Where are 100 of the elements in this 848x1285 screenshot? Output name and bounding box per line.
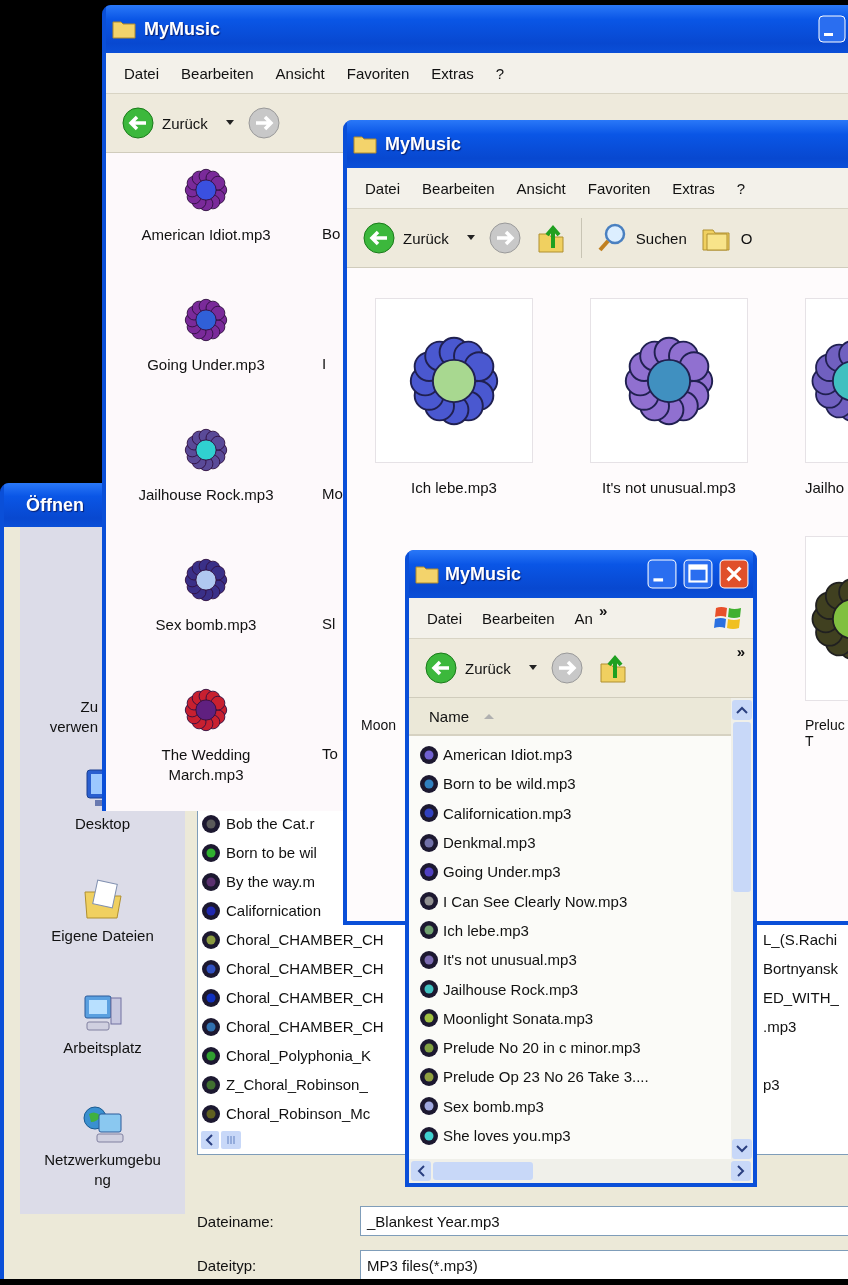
menu-item[interactable]: Bearbeiten	[181, 64, 254, 82]
file-row[interactable]: I Can See Clearly Now.mp3	[409, 886, 731, 916]
place-label[interactable]: Netzwerkumgebung	[42, 1150, 163, 1189]
file-row[interactable]: Sex bomb.mp3	[409, 1091, 731, 1121]
column-header[interactable]: Name	[409, 698, 731, 736]
menu-item[interactable]: ?	[495, 64, 505, 82]
thumbnail-frame[interactable]	[805, 536, 848, 701]
file-row[interactable]: Prelude Op 23 No 26 Take 3....	[409, 1062, 731, 1092]
file-name[interactable]: Z_Choral_Robinson_	[226, 1076, 368, 1093]
menu-item[interactable]: Bearbeiten	[422, 179, 495, 197]
filetype-field[interactable]: MP3 files(*.mp3)	[360, 1250, 848, 1279]
file-name[interactable]: American Idiot.mp3	[141, 225, 271, 246]
menu-item[interactable]: Ansicht	[275, 64, 325, 82]
file-row[interactable]: It's not unusual.mp3	[409, 945, 731, 975]
scroll-down-icon[interactable]	[732, 1139, 752, 1159]
menu-item[interactable]: Bearbeiten	[482, 609, 555, 627]
more-menus-button[interactable]: »	[598, 602, 608, 619]
scroll-left-icon[interactable]	[201, 1131, 219, 1149]
file-row[interactable]: Born to be wild.mp3	[409, 769, 731, 799]
horizontal-scrollbar[interactable]	[409, 1159, 753, 1183]
file-name[interactable]: p3	[763, 1076, 780, 1093]
file-name[interactable]: L_(S.Rachi	[763, 931, 838, 948]
menu-item[interactable]: Datei	[365, 179, 401, 197]
file-name[interactable]: Bortnyansk	[763, 960, 839, 977]
menu-item[interactable]: Datei	[427, 609, 463, 627]
file-row[interactable]: Jailhouse Rock.mp3	[409, 974, 731, 1004]
file-name[interactable]: Jailho	[805, 479, 845, 496]
file-name[interactable]: Californication	[226, 902, 322, 919]
filename-field[interactable]: _Blankest Year.mp3	[360, 1206, 848, 1236]
file-name[interactable]: Sl	[322, 615, 336, 635]
menu-item[interactable]: Favoriten	[346, 64, 410, 82]
file-name[interactable]: Choral_CHAMBER_CH	[226, 960, 384, 977]
file-name[interactable]: I	[322, 355, 327, 375]
file-name[interactable]: The Wedding March.mp3	[126, 745, 286, 786]
file-name[interactable]: Moon	[361, 717, 397, 733]
file-name[interactable]: Choral_CHAMBER_CH	[226, 1018, 384, 1035]
file-name[interactable]: Choral_CHAMBER_CH	[226, 989, 384, 1006]
thumbnail-frame[interactable]	[805, 298, 848, 463]
file-name[interactable]: Bo	[322, 225, 341, 245]
menu-item[interactable]: Extras	[672, 179, 715, 197]
menu-item[interactable]: Favoriten	[587, 179, 651, 197]
file-row[interactable]: Denkmal.mp3	[409, 827, 731, 858]
scroll-thumb-icon[interactable]	[221, 1131, 241, 1149]
back-button[interactable]: Zurück	[425, 652, 537, 684]
place-label[interactable]: Arbeitsplatz	[42, 1038, 163, 1058]
forward-button[interactable]	[550, 652, 583, 684]
file-name[interactable]: Choral_CHAMBER_CH	[226, 931, 384, 948]
file-name[interactable]: Choral_Polyphonia_K	[226, 1047, 372, 1064]
file-name[interactable]: Bob the Cat.r	[226, 815, 315, 832]
menu-item[interactable]: An	[574, 609, 593, 627]
flower-icon[interactable]	[183, 557, 229, 603]
place-label[interactable]: Desktop	[42, 814, 163, 834]
thumbnail-frame[interactable]	[375, 298, 533, 463]
file-row[interactable]: She loves you.mp3	[409, 1120, 731, 1151]
file-name[interactable]: Choral_Robinson_Mc	[226, 1105, 371, 1122]
file-name[interactable]: Going Under.mp3	[147, 355, 265, 376]
menu-item[interactable]: ?	[736, 179, 746, 197]
flower-icon[interactable]	[183, 687, 229, 733]
thumbnail-frame[interactable]	[590, 298, 748, 463]
scroll-left-icon[interactable]	[411, 1161, 431, 1181]
file-name[interactable]: Preluc T	[805, 717, 848, 749]
back-button[interactable]: Zurück	[363, 222, 475, 254]
file-row[interactable]: Going Under.mp3	[409, 857, 731, 887]
file-name[interactable]: ED_WITH_	[763, 989, 839, 1006]
scroll-up-icon[interactable]	[732, 700, 752, 720]
minimize-button[interactable]	[647, 559, 677, 589]
maximize-button[interactable]	[683, 559, 713, 589]
file-name[interactable]: Born to be wil	[226, 844, 317, 861]
scroll-right-icon[interactable]	[731, 1161, 751, 1181]
menu-item[interactable]: Datei	[124, 64, 160, 82]
more-tools-button[interactable]: »	[736, 643, 745, 660]
menu-item[interactable]: Extras	[431, 64, 474, 82]
file-name[interactable]: Mo	[322, 485, 343, 505]
flower-icon[interactable]	[183, 297, 229, 343]
forward-button[interactable]	[247, 107, 280, 139]
file-name[interactable]: By the way.m	[226, 873, 315, 890]
back-button[interactable]: Zurück	[122, 107, 234, 139]
file-name[interactable]: .mp3	[763, 1018, 797, 1035]
menu-item[interactable]: Ansicht	[516, 179, 566, 197]
close-button[interactable]	[719, 559, 749, 589]
file-name[interactable]: Ich lebe.mp3	[411, 479, 497, 496]
file-name[interactable]: To	[322, 745, 338, 765]
place-label[interactable]: Eigene Dateien	[42, 926, 163, 946]
file-row[interactable]: Californication.mp3	[409, 798, 731, 828]
minimize-button[interactable]	[818, 15, 846, 43]
search-button[interactable]: Suchen	[595, 222, 687, 254]
place-label[interactable]: Zu verwen	[40, 697, 98, 736]
file-row[interactable]: Moonlight Sonata.mp3	[409, 1003, 731, 1033]
folders-button[interactable]: O	[700, 222, 753, 254]
file-row[interactable]: Ich lebe.mp3	[409, 915, 731, 946]
file-name[interactable]: Sex bomb.mp3	[155, 615, 257, 636]
file-name[interactable]: It's not unusual.mp3	[602, 479, 736, 496]
scroll-thumb[interactable]	[733, 722, 751, 892]
scroll-thumb[interactable]	[433, 1162, 533, 1180]
vertical-scrollbar[interactable]	[731, 698, 753, 1159]
flower-icon[interactable]	[183, 167, 229, 213]
flower-icon[interactable]	[183, 427, 229, 473]
file-row[interactable]: Prelude No 20 in c minor.mp3	[409, 1032, 731, 1063]
file-name[interactable]: Jailhouse Rock.mp3	[138, 485, 274, 506]
file-row[interactable]: American Idiot.mp3	[409, 740, 731, 770]
